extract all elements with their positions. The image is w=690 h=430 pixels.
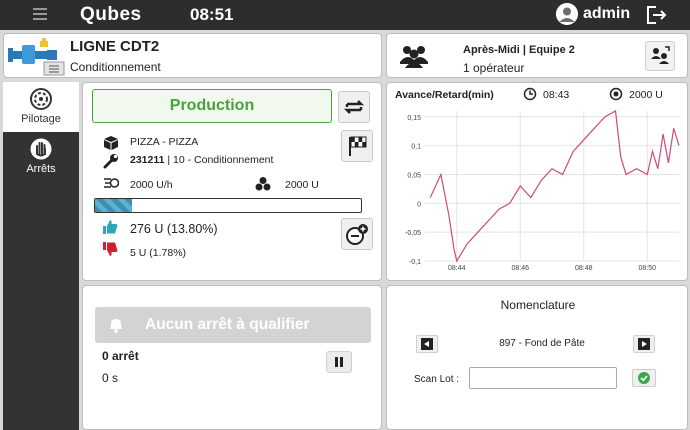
next-item-button[interactable] xyxy=(633,335,655,353)
sidebar-item-label: Pilotage xyxy=(21,113,61,125)
y-tick-label: -0,1 xyxy=(409,259,421,266)
y-tick-label: 0 xyxy=(417,201,421,208)
swap-arrows-icon xyxy=(343,100,365,114)
team-panel: Après-Midi | Equipe 2 1 opérateur xyxy=(386,33,688,78)
x-tick-label: 08:50 xyxy=(638,265,656,272)
operator-count: 1 opérateur xyxy=(463,61,525,75)
sidebar-item-label: Arrêts xyxy=(26,163,56,175)
wrench-icon xyxy=(103,154,118,169)
target-quantity: 2000 U xyxy=(285,179,319,191)
target-icon xyxy=(609,87,623,101)
check-circle-icon xyxy=(638,372,650,384)
reject-count: 5 U (1.78%) xyxy=(130,247,187,259)
thumbs-down-icon xyxy=(103,242,118,256)
scan-lot-input[interactable] xyxy=(469,367,617,389)
change-team-button[interactable] xyxy=(645,41,675,71)
line-title: LIGNE CDT2 xyxy=(70,38,160,55)
scan-lot-label: Scan Lot : xyxy=(414,374,460,385)
shift-label: Après-Midi | Equipe 2 xyxy=(463,44,575,56)
production-progress xyxy=(94,198,362,213)
production-rate: 2000 U/h xyxy=(130,179,173,191)
clock: 08:51 xyxy=(190,5,234,24)
swap-users-icon xyxy=(651,46,670,64)
stop-duration: 0 s xyxy=(102,371,119,385)
qualify-stop-button[interactable]: Aucun arrêt à qualifier xyxy=(95,307,371,343)
order-detail: | 10 - Conditionnement xyxy=(164,154,274,166)
progress-fill xyxy=(95,199,132,212)
pause-button[interactable] xyxy=(326,351,352,373)
x-tick-label: 08:44 xyxy=(448,265,466,272)
team-icon xyxy=(399,44,429,68)
menu-icon[interactable] xyxy=(33,8,47,20)
nomenclature-title: Nomenclature xyxy=(500,298,576,312)
thumbs-up-icon xyxy=(103,220,118,234)
finish-order-button[interactable] xyxy=(341,130,373,162)
series-line xyxy=(429,110,680,263)
hand-stop-icon xyxy=(30,138,52,160)
stops-panel: Aucun arrêt à qualifier 0 arrêt 0 s xyxy=(82,285,382,430)
product-name: PIZZA - PIZZA xyxy=(130,136,199,148)
chart-start-time: 08:43 xyxy=(543,89,570,101)
line-panel: LIGNE CDT2 Conditionnement xyxy=(3,33,382,78)
x-tick-label: 08:46 xyxy=(511,265,529,272)
change-order-button[interactable] xyxy=(338,91,370,123)
y-tick-label: -0,05 xyxy=(405,230,421,237)
logout-icon[interactable] xyxy=(645,5,667,25)
y-tick-label: 0,05 xyxy=(407,172,421,179)
line-subtitle: Conditionnement xyxy=(70,60,161,74)
production-state-button[interactable]: Production xyxy=(92,89,332,123)
top-bar: Qubes 08:51 admin xyxy=(0,0,690,30)
chart-title: Avance/Retard(min) xyxy=(395,89,494,101)
stack-icon xyxy=(255,177,271,191)
speed-icon xyxy=(104,178,119,188)
user-avatar-icon[interactable] xyxy=(556,3,578,25)
advance-delay-chart: 0,15 0,1 0,05 0 -0,05 -0,1 08:44 08:46 08:48 08:5… xyxy=(405,110,680,272)
pause-icon xyxy=(335,357,343,367)
sidebar-item-pilotage[interactable]: Pilotage xyxy=(3,82,79,132)
declare-reject-button[interactable] xyxy=(341,218,373,250)
machine-icon xyxy=(8,38,66,76)
gauge-icon xyxy=(30,88,52,110)
box-icon xyxy=(104,136,118,150)
good-count: 276 U (13.80%) xyxy=(130,222,218,236)
caret-right-icon xyxy=(638,338,650,350)
username[interactable]: admin xyxy=(583,5,630,23)
bell-icon xyxy=(110,319,122,333)
validate-scan-button[interactable] xyxy=(632,369,656,387)
qualify-stop-label: Aucun arrêt à qualifier xyxy=(145,316,310,333)
sidebar: Pilotage Arrêts xyxy=(3,82,79,430)
minus-plus-icon xyxy=(346,224,368,245)
brand-logo: Qubes xyxy=(80,4,142,25)
order-info: 231211 | 10 - Conditionnement xyxy=(130,154,273,166)
production-panel: Production PIZZA - PIZZA 231211 | 10 - C… xyxy=(82,82,382,281)
clock-start-icon xyxy=(523,87,537,101)
y-tick-label: 0,15 xyxy=(407,115,421,122)
sidebar-item-arrets[interactable]: Arrêts xyxy=(3,132,79,182)
checkered-flag-icon xyxy=(349,136,367,156)
nomenclature-panel: Nomenclature 897 - Fond de Pâte Scan Lot… xyxy=(386,285,688,430)
x-tick-label: 08:48 xyxy=(575,265,593,272)
stop-count: 0 arrêt xyxy=(102,349,139,363)
y-tick-label: 0,1 xyxy=(411,144,421,151)
chart-quantity: 2000 U xyxy=(629,89,663,101)
order-number: 231211 xyxy=(130,154,165,166)
progress-chart-panel: Avance/Retard(min) 08:43 2000 U 0,15 0,1 0… xyxy=(386,82,688,281)
